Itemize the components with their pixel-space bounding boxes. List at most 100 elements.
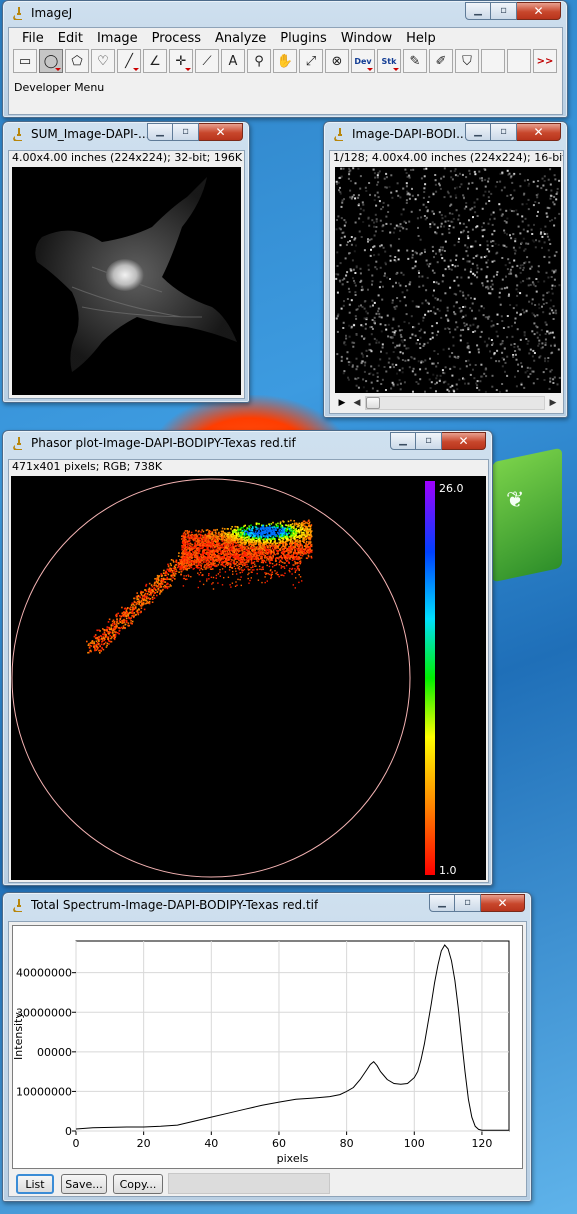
spectrum-window: Total Spectrum-Image-DAPI-BODIPY-Texas r… xyxy=(2,892,532,1202)
magnifier-tool-icon[interactable]: ⚲ xyxy=(247,49,271,73)
x-tick-label: 80 xyxy=(340,1137,354,1150)
sum-image-titlebar[interactable]: SUM_Image-DAPI-... ▁ ▫ ✕ xyxy=(3,122,249,146)
noisy-stack-image[interactable] xyxy=(335,167,561,393)
wand-tool-icon[interactable]: ⟋ xyxy=(195,49,219,73)
stack-slice-scrollbar[interactable]: ▶ ◀ ▶ xyxy=(335,395,561,411)
y-tick-label: 0 xyxy=(65,1125,72,1138)
scroll-left-icon[interactable]: ◀ xyxy=(349,398,365,408)
freehand-tool-glyph: ♡ xyxy=(97,53,109,69)
slice-slider-thumb[interactable] xyxy=(366,397,380,409)
menu-process[interactable]: Process xyxy=(145,31,208,46)
menu-file[interactable]: File xyxy=(15,31,51,46)
close-button[interactable]: ✕ xyxy=(442,432,486,450)
text-tool-icon[interactable]: A xyxy=(221,49,245,73)
freehand-tool-icon[interactable]: ♡ xyxy=(91,49,115,73)
maximize-button[interactable]: ▫ xyxy=(491,123,517,141)
stk-menu-tool-glyph: Stk xyxy=(381,56,397,66)
brush-tool-icon[interactable]: ✐ xyxy=(429,49,453,73)
colorbar-min-label: 1.0 xyxy=(439,864,457,877)
imagej-microscope-icon xyxy=(11,435,25,451)
stop-tool-icon[interactable]: ⊗ xyxy=(325,49,349,73)
rectangle-tool-icon[interactable]: ▭ xyxy=(13,49,37,73)
close-button[interactable]: ✕ xyxy=(481,894,525,912)
sum-image-window: SUM_Image-DAPI-... ▁ ▫ ✕ 4.00x4.00 inche… xyxy=(2,121,250,403)
copy-button[interactable]: Copy... xyxy=(113,1174,163,1194)
maximize-button[interactable]: ▫ xyxy=(491,2,517,20)
oval-tool-glyph: ◯ xyxy=(43,53,59,69)
text-tool-glyph: A xyxy=(228,53,238,69)
stack-image-title: Image-DAPI-BODI... xyxy=(352,127,468,141)
dev-menu-tool-icon[interactable]: Dev xyxy=(351,49,375,73)
polygon-tool-glyph: ⬠ xyxy=(71,53,83,69)
minimize-button[interactable]: ▁ xyxy=(429,894,455,912)
angle-tool-icon[interactable]: ∠ xyxy=(143,49,167,73)
empty-tool-slot-icon[interactable] xyxy=(481,49,505,73)
flood-fill-tool-glyph: ⛉ xyxy=(462,53,472,69)
line-tool-icon[interactable]: ╱ xyxy=(117,49,141,73)
coordinate-readout xyxy=(168,1173,330,1194)
dev-menu-tool-glyph: Dev xyxy=(354,56,372,66)
spectrum-client: 0 20 40 60 80 100 120 0 10000000 00000 30000000 400… xyxy=(8,921,527,1197)
x-tick-label: 40 xyxy=(204,1137,218,1150)
hand-tool-icon[interactable]: ✋ xyxy=(273,49,297,73)
close-button[interactable]: ✕ xyxy=(517,123,561,141)
point-tool-glyph: ✛ xyxy=(175,53,187,69)
stack-image-titlebar[interactable]: Image-DAPI-BODI... ▁ ▫ ✕ xyxy=(324,122,567,146)
empty-tool-slot-icon[interactable] xyxy=(507,49,531,73)
spectrum-title: Total Spectrum-Image-DAPI-BODIPY-Texas r… xyxy=(31,898,319,912)
slice-slider-track[interactable] xyxy=(365,396,545,410)
x-tick-label: 0 xyxy=(73,1137,80,1150)
imagej-client-area: File Edit Image Process Analyze Plugins Window… xyxy=(8,27,563,115)
y-axis-label: Intensity xyxy=(13,1012,25,1060)
maximize-button[interactable]: ▫ xyxy=(173,123,199,141)
pencil-tool-icon[interactable]: ✎ xyxy=(403,49,427,73)
spectrum-titlebar[interactable]: Total Spectrum-Image-DAPI-BODIPY-Texas r… xyxy=(3,893,531,917)
tool-bar: ▭ ◯ ⬠ ♡ ╱ ∠ ✛ ⟋ A ⚲ ✋ ⤢ ⊗ Dev Stk ✎ ✐ ⛉ >> xyxy=(9,49,562,73)
point-tool-icon[interactable]: ✛ xyxy=(169,49,193,73)
maximize-button[interactable]: ▫ xyxy=(455,894,481,912)
minimize-button[interactable]: ▁ xyxy=(390,432,416,450)
maximize-button[interactable]: ▫ xyxy=(416,432,442,450)
menu-help[interactable]: Help xyxy=(399,31,443,46)
close-button[interactable]: ✕ xyxy=(199,123,243,141)
menu-analyze[interactable]: Analyze xyxy=(208,31,273,46)
imagej-microscope-icon xyxy=(11,126,25,142)
y-tick-label: 00000 xyxy=(37,1046,72,1059)
minimize-button[interactable]: ▁ xyxy=(465,2,491,20)
oval-tool-icon[interactable]: ◯ xyxy=(39,49,63,73)
menu-edit[interactable]: Edit xyxy=(51,31,90,46)
line-tool-glyph: ╱ xyxy=(125,53,133,69)
dropper-tool-icon[interactable]: ⤢ xyxy=(299,49,323,73)
stack-image-client: 1/128; 4.00x4.00 inches (224x224); 16-bi… xyxy=(329,150,564,414)
x-axis-label: pixels xyxy=(277,1152,309,1165)
more-tools-icon[interactable]: >> xyxy=(533,49,557,73)
play-animation-icon[interactable]: ▶ xyxy=(335,398,349,408)
x-tick-label: 100 xyxy=(404,1137,425,1150)
menu-window[interactable]: Window xyxy=(334,31,399,46)
menu-plugins[interactable]: Plugins xyxy=(273,31,334,46)
flood-fill-tool-icon[interactable]: ⛉ xyxy=(455,49,479,73)
stack-image-window: Image-DAPI-BODI... ▁ ▫ ✕ 1/128; 4.00x4.0… xyxy=(323,121,568,418)
more-tools-glyph: >> xyxy=(536,55,554,67)
stk-menu-tool-icon[interactable]: Stk xyxy=(377,49,401,73)
save-button[interactable]: Save... xyxy=(61,1174,107,1194)
wallpaper-butterfly-icon: ❦ xyxy=(506,488,525,513)
angle-tool-glyph: ∠ xyxy=(149,53,161,69)
scroll-right-icon[interactable]: ▶ xyxy=(545,398,561,408)
minimize-button[interactable]: ▁ xyxy=(465,123,491,141)
spectrum-plot-area[interactable]: 0 20 40 60 80 100 120 0 10000000 00000 30000000 400… xyxy=(12,925,523,1169)
dropdown-indicator-icon xyxy=(55,68,61,71)
imagej-main-window: ImageJ ▁ ▫ ✕ File Edit Image Process Analyze… xyxy=(2,0,568,118)
polygon-tool-icon[interactable]: ⬠ xyxy=(65,49,89,73)
imagej-titlebar[interactable]: ImageJ ▁ ▫ ✕ xyxy=(3,1,567,25)
phasor-plot-window: Phasor plot-Image-DAPI-BODIPY-Texas red.… xyxy=(2,430,493,886)
list-button[interactable]: List xyxy=(16,1174,54,1194)
minimize-button[interactable]: ▁ xyxy=(147,123,173,141)
menu-image[interactable]: Image xyxy=(90,31,145,46)
phasor-plot-image[interactable]: 26.0 1.0 xyxy=(11,476,486,880)
phasor-titlebar[interactable]: Phasor plot-Image-DAPI-BODIPY-Texas red.… xyxy=(3,431,492,455)
close-button[interactable]: ✕ xyxy=(517,2,561,20)
plot-frame xyxy=(75,940,510,1132)
cell-sum-image[interactable] xyxy=(12,167,241,395)
menu-bar: File Edit Image Process Analyze Plugins Window… xyxy=(9,28,562,48)
